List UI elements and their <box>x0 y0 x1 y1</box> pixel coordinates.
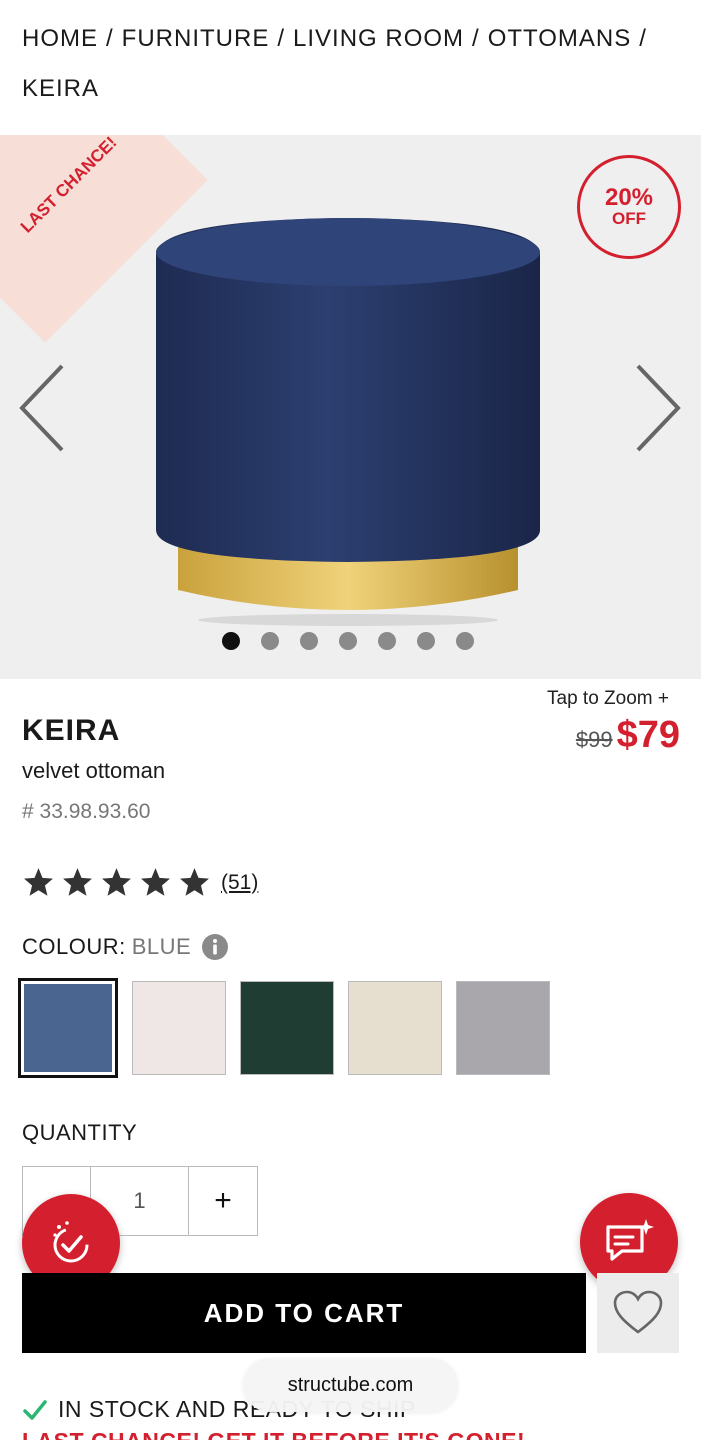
product-image-ottoman <box>156 218 540 626</box>
breadcrumb-current: KEIRA <box>22 75 100 102</box>
swatch-pink[interactable] <box>132 981 226 1075</box>
star-icon <box>180 868 209 896</box>
gallery-dot[interactable] <box>378 632 396 650</box>
breadcrumb-separator: / <box>639 25 647 52</box>
sale-price: $79 <box>616 714 680 756</box>
chat-sparkle-icon <box>606 1219 654 1261</box>
breadcrumb-furniture[interactable]: FURNITURE <box>122 25 270 52</box>
breadcrumb-living-room[interactable]: LIVING ROOM <box>293 25 464 52</box>
breadcrumb-ottomans[interactable]: OTTOMANS <box>488 25 632 52</box>
quantity-increase-button[interactable]: + <box>189 1167 257 1235</box>
review-count-link[interactable]: (51) <box>221 871 258 895</box>
check-icon <box>23 1399 47 1420</box>
quantity-label: QUANTITY <box>22 1120 138 1145</box>
product-sku: # 33.98.93.60 <box>22 800 151 823</box>
gallery-dots <box>222 632 474 650</box>
star-icon <box>63 868 92 896</box>
info-icon[interactable] <box>201 933 229 961</box>
swatch-beige[interactable] <box>348 981 442 1075</box>
colour-row: COLOUR: BLUE <box>22 933 229 961</box>
breadcrumb: HOME / FURNITURE / LIVING ROOM / OTTOMANS / KEIR… <box>22 14 682 114</box>
discount-badge: 20% OFF <box>577 155 681 259</box>
wishlist-button[interactable] <box>597 1273 679 1353</box>
gallery-dot[interactable] <box>339 632 357 650</box>
discount-off-label: OFF <box>612 209 646 228</box>
product-name: KEIRA <box>22 714 121 747</box>
add-to-cart-button[interactable]: ADD TO CART <box>22 1273 586 1353</box>
star-icon <box>24 868 53 896</box>
old-price: $99 <box>575 727 613 752</box>
colour-value: BLUE <box>131 934 192 959</box>
colour-swatches <box>18 978 550 1078</box>
swatch-green[interactable] <box>240 981 334 1075</box>
star-icon <box>141 868 170 896</box>
rating[interactable]: (51) <box>22 866 258 899</box>
gallery-dot[interactable] <box>222 632 240 650</box>
product-subtitle: velvet ottoman <box>22 758 166 783</box>
breadcrumb-home[interactable]: HOME <box>22 25 98 52</box>
gallery-dot[interactable] <box>417 632 435 650</box>
last-chance-message: LAST CHANCE! GET IT BEFORE IT'S GONE! <box>22 1428 525 1440</box>
heart-icon <box>613 1290 663 1334</box>
browser-url-bar[interactable]: structube.com <box>243 1358 458 1412</box>
breadcrumb-separator: / <box>106 25 114 52</box>
price-block: $99 $79 <box>560 714 680 757</box>
discount-percent: 20% <box>604 184 654 211</box>
breadcrumb-separator: / <box>277 25 285 52</box>
sparkle-check-icon <box>53 1221 89 1263</box>
tap-to-zoom[interactable]: Tap to Zoom + <box>547 688 669 710</box>
swatch-blue[interactable] <box>18 978 118 1078</box>
gallery-dot[interactable] <box>300 632 318 650</box>
product-gallery[interactable]: LAST CHANCE! 20% OFF <box>0 135 701 679</box>
chevron-right-icon[interactable] <box>630 360 686 456</box>
chevron-left-icon[interactable] <box>14 360 70 456</box>
gallery-dot[interactable] <box>261 632 279 650</box>
gallery-dot[interactable] <box>456 632 474 650</box>
colour-label: COLOUR: <box>22 934 126 959</box>
swatch-grey[interactable] <box>456 981 550 1075</box>
breadcrumb-separator: / <box>472 25 480 52</box>
star-icon <box>102 868 131 896</box>
